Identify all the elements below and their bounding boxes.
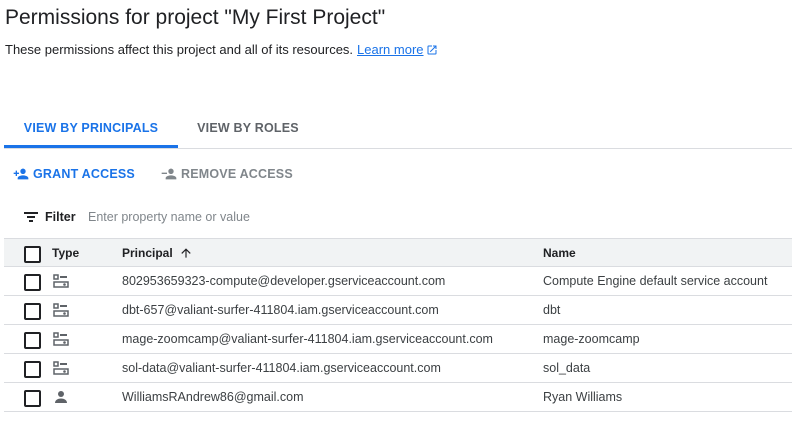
- row-checkbox[interactable]: [24, 274, 41, 291]
- principal-cell: dbt-657@valiant-surfer-411804.iam.gservi…: [122, 303, 439, 317]
- table-row[interactable]: dbt-657@valiant-surfer-411804.iam.gservi…: [4, 296, 792, 325]
- name-cell: mage-zoomcamp: [543, 332, 640, 346]
- tab-view-by-principals[interactable]: VIEW BY PRINCIPALS: [4, 110, 178, 147]
- table-row[interactable]: 802953659323-compute@developer.gservicea…: [4, 267, 792, 296]
- name-cell: Ryan Williams: [543, 390, 623, 404]
- page-description: These permissions affect this project an…: [5, 42, 438, 57]
- remove-person-icon: [161, 168, 177, 180]
- principal-cell: sol-data@valiant-surfer-411804.iam.gserv…: [122, 361, 441, 375]
- row-checkbox[interactable]: [24, 361, 41, 378]
- active-tab-indicator: [4, 145, 178, 148]
- view-tabs: VIEW BY PRINCIPALS VIEW BY ROLES: [4, 110, 792, 149]
- learn-more-link[interactable]: Learn more: [357, 42, 437, 57]
- service-account-icon: [53, 303, 69, 317]
- description-text: These permissions affect this project an…: [5, 42, 354, 57]
- name-cell: Compute Engine default service account: [543, 274, 768, 288]
- tab-view-by-roles[interactable]: VIEW BY ROLES: [178, 110, 318, 147]
- learn-more-label: Learn more: [357, 42, 424, 57]
- filter-icon: [24, 212, 38, 222]
- remove-access-button[interactable]: REMOVE ACCESS: [160, 165, 293, 183]
- service-account-icon: [53, 332, 69, 346]
- principal-cell: WilliamsRAndrew86@gmail.com: [122, 390, 304, 404]
- row-checkbox[interactable]: [24, 332, 41, 349]
- name-cell: dbt: [543, 303, 561, 317]
- table-row[interactable]: sol-data@valiant-surfer-411804.iam.gserv…: [4, 354, 792, 383]
- column-header-type[interactable]: Type: [52, 239, 79, 267]
- grant-access-label: GRANT ACCESS: [33, 167, 135, 181]
- select-all-checkbox[interactable]: [24, 246, 41, 263]
- table-row[interactable]: WilliamsRAndrew86@gmail.com Ryan William…: [4, 383, 792, 412]
- filter-input[interactable]: [84, 207, 492, 227]
- principal-cell: 802953659323-compute@developer.gservicea…: [122, 274, 446, 288]
- remove-access-label: REMOVE ACCESS: [181, 167, 293, 181]
- column-header-principal[interactable]: Principal: [122, 239, 193, 267]
- add-person-icon: [13, 168, 29, 180]
- sort-ascending-icon: [181, 248, 191, 258]
- principal-header-label: Principal: [122, 246, 173, 260]
- filter-label: Filter: [45, 210, 76, 224]
- row-checkbox[interactable]: [24, 303, 41, 320]
- grant-access-button[interactable]: GRANT ACCESS: [12, 165, 135, 183]
- table-row[interactable]: mage-zoomcamp@valiant-surfer-411804.iam.…: [4, 325, 792, 354]
- service-account-icon: [53, 361, 69, 375]
- principal-cell: mage-zoomcamp@valiant-surfer-411804.iam.…: [122, 332, 493, 346]
- name-cell: sol_data: [543, 361, 591, 375]
- page-title: Permissions for project "My First Projec…: [5, 6, 386, 29]
- table-header: Type Principal Name: [4, 238, 792, 267]
- external-link-icon: [427, 45, 437, 55]
- row-checkbox[interactable]: [24, 390, 41, 407]
- person-icon: [55, 391, 67, 403]
- service-account-icon: [53, 274, 69, 288]
- filter-bar: Filter: [24, 207, 764, 227]
- column-header-name[interactable]: Name: [543, 239, 576, 267]
